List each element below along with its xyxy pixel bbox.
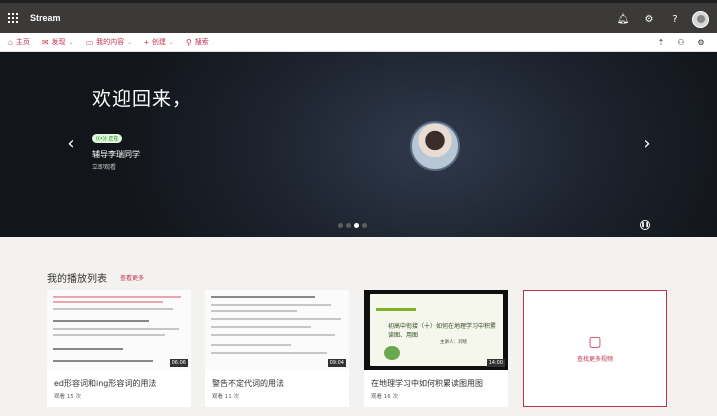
nav-item-label: 搜索 (194, 39, 209, 46)
live-icon: ((•)) (96, 135, 109, 142)
carousel-indicators (338, 223, 370, 228)
nav-right-actions: ⇡ ⚇ ⚙ (651, 35, 711, 50)
see-more-link[interactable]: 查看更多 (120, 273, 144, 282)
video-duration: 14:00 (486, 359, 505, 367)
video-card[interactable]: 09:04 警告不定代词的用法 观看 11 次 (205, 290, 349, 407)
nav-item-home[interactable]: ⌂ 主页 (8, 37, 30, 47)
avatar[interactable] (692, 10, 709, 28)
globe-icon (384, 346, 400, 360)
nav-item-label: 主页 (15, 39, 30, 46)
hero-profile-photo (410, 121, 460, 171)
video-card[interactable]: 06:06 ed形容词和ing形容词的用法 观看 15 次 (47, 290, 191, 407)
hero-title[interactable]: 辅导李瑞同学 (92, 149, 140, 160)
carousel-dot[interactable] (362, 223, 367, 228)
add-person-icon[interactable]: ⚇ (671, 35, 691, 50)
gear-icon[interactable]: ⚙ (636, 9, 662, 29)
chevron-down-icon: ⌄ (68, 39, 74, 46)
find-more-videos-button[interactable]: ▢ 查找更多视频 (523, 290, 667, 407)
nav-bar: ⌂ 主页 ✉ 发现 ⌄ ▭ 我的内容 ⌄ + 创建 ⌄ ⚲ 搜索 ⇡ ⚇ ⚙ (0, 33, 717, 52)
nav-item-label: 发现 (51, 39, 66, 46)
video-views: 观看 11 次 (212, 394, 239, 400)
pause-icon[interactable]: ❚❚ (640, 220, 650, 230)
video-card[interactable]: 初高中衔接（十）如何在地理学习中积累读图、用图 主讲人：刘晓 14:00 在地理… (364, 290, 508, 407)
carousel-dot[interactable] (346, 223, 351, 228)
slide-heading: 初高中衔接（十）如何在地理学习中积累读图、用图 (388, 323, 497, 339)
slide-preview: 初高中衔接（十）如何在地理学习中积累读图、用图 主讲人：刘晓 (370, 294, 503, 366)
settings-icon[interactable]: ⚙ (691, 35, 711, 50)
nav-item-my-content[interactable]: ▭ 我的内容 ⌄ (86, 37, 133, 47)
slide-subtitle: 主讲人：刘晓 (440, 340, 467, 345)
status-badge: ((•)) 正在 (92, 134, 123, 143)
video-duration: 06:06 (169, 359, 188, 367)
video-title[interactable]: ed形容词和ing形容词的用法 (54, 378, 156, 389)
hero-banner[interactable]: 欢迎回来， ((•)) 正在 辅导李瑞同学 立即观看 ‹ › ❚❚ (0, 52, 717, 237)
hero-watch-link[interactable]: 立即观看 (92, 162, 116, 171)
badge-label: 正在 (108, 136, 119, 142)
folder-icon: ▭ (85, 37, 94, 47)
help-icon[interactable]: ? (662, 9, 688, 29)
top-bar: Stream 🔔︎ ⚙ ? (0, 0, 717, 33)
video-thumbnail[interactable]: 09:04 (205, 290, 349, 370)
nav-item-label: 我的内容 (96, 39, 125, 46)
home-icon: ⌂ (8, 37, 13, 47)
video-thumbnail[interactable]: 初高中衔接（十）如何在地理学习中积累读图、用图 主讲人：刘晓 14:00 (364, 290, 508, 370)
video-thumbnail[interactable]: 06:06 (47, 290, 191, 370)
chat-icon: ✉ (41, 37, 49, 47)
carousel-dot[interactable] (338, 223, 343, 228)
app-launcher-icon[interactable] (8, 13, 18, 23)
nav-item-search[interactable]: ⚲ 搜索 (186, 37, 209, 47)
video-duration: 09:04 (327, 359, 346, 367)
hero-greeting: 欢迎回来， (92, 88, 193, 110)
chevron-down-icon: ⌄ (168, 39, 174, 46)
top-bar-actions: 🔔︎ ⚙ ? (610, 9, 709, 29)
chevron-down-icon: ⌄ (127, 39, 133, 46)
section-title: 我的播放列表 (47, 274, 107, 285)
video-views: 观看 15 次 (54, 394, 81, 400)
search-icon: ⚲ (185, 37, 192, 47)
nav-item-create[interactable]: + 创建 ⌄ (144, 37, 174, 47)
upload-icon[interactable]: ⇡ (651, 35, 671, 50)
video-title[interactable]: 警告不定代词的用法 (212, 378, 284, 389)
bell-icon[interactable]: 🔔︎ (610, 9, 636, 29)
carousel-dot-active[interactable] (354, 223, 359, 228)
find-more-label: 查找更多视频 (576, 356, 613, 363)
chevron-right-icon[interactable]: › (640, 132, 654, 154)
nav-item-discover[interactable]: ✉ 发现 ⌄ (42, 37, 74, 47)
chevron-left-icon[interactable]: ‹ (64, 132, 78, 154)
chat-search-icon: ▢ (588, 334, 602, 350)
nav-item-label: 创建 (151, 39, 166, 46)
plus-icon: + (144, 37, 149, 47)
app-title[interactable]: Stream (30, 13, 61, 23)
video-title[interactable]: 在地理学习中如何积累读图用图 (371, 378, 483, 389)
video-views: 观看 16 次 (371, 394, 398, 400)
